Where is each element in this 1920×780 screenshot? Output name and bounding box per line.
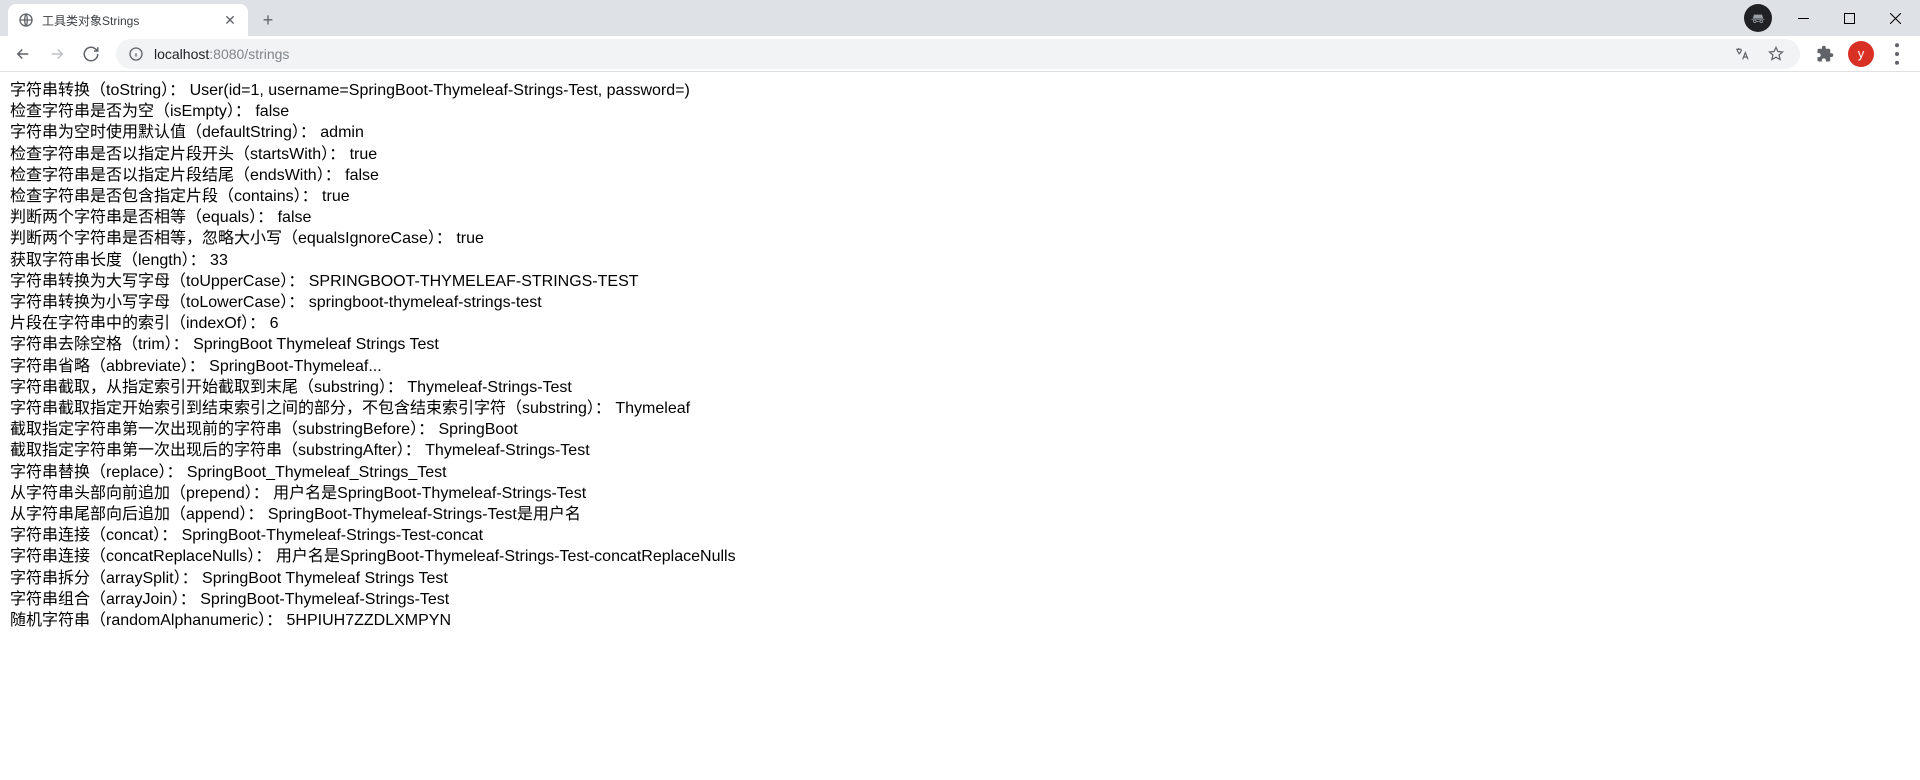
- output-line: 检查字符串是否以指定片段开头（startsWith）： true: [10, 144, 1910, 165]
- output-line: 字符串转换为小写字母（toLowerCase）： springboot-thym…: [10, 292, 1910, 313]
- output-line: 字符串替换（replace）： SpringBoot_Thymeleaf_Str…: [10, 462, 1910, 483]
- url-host: localhost: [154, 46, 209, 62]
- output-line: 片段在字符串中的索引（indexOf）： 6: [10, 313, 1910, 334]
- page-content: 字符串转换（toString）： User(id=1, username=Spr…: [0, 72, 1920, 639]
- output-line: 字符串为空时使用默认值（defaultString）： admin: [10, 122, 1910, 143]
- output-line: 随机字符串（randomAlphanumeric）： 5HPIUH7ZZDLXM…: [10, 610, 1910, 631]
- output-line: 字符串去除空格（trim）： SpringBoot Thymeleaf Stri…: [10, 334, 1910, 355]
- url-text: localhost:8080/strings: [154, 46, 1720, 62]
- window-controls: [1744, 0, 1920, 36]
- output-line: 字符串连接（concat）： SpringBoot-Thymeleaf-Stri…: [10, 525, 1910, 546]
- output-line: 判断两个字符串是否相等（equals）： false: [10, 207, 1910, 228]
- back-button[interactable]: [8, 39, 38, 69]
- address-bar[interactable]: localhost:8080/strings: [116, 39, 1800, 69]
- output-line: 获取字符串长度（length）： 33: [10, 250, 1910, 271]
- close-window-button[interactable]: [1872, 3, 1918, 33]
- extensions-icon[interactable]: [1810, 39, 1840, 69]
- toolbar: localhost:8080/strings y: [0, 36, 1920, 72]
- output-line: 从字符串尾部向后追加（append）： SpringBoot-Thymeleaf…: [10, 504, 1910, 525]
- output-line: 检查字符串是否以指定片段结尾（endsWith）： false: [10, 165, 1910, 186]
- maximize-button[interactable]: [1826, 3, 1872, 33]
- output-line: 字符串连接（concatReplaceNulls）： 用户名是SpringBoo…: [10, 546, 1910, 567]
- output-line: 从字符串头部向前追加（prepend）： 用户名是SpringBoot-Thym…: [10, 483, 1910, 504]
- incognito-icon: [1744, 4, 1772, 32]
- avatar-initial: y: [1858, 46, 1865, 61]
- url-path: :8080/strings: [209, 46, 289, 62]
- menu-button[interactable]: [1882, 39, 1912, 69]
- tab-strip: 工具类对象Strings ✕ +: [0, 0, 1920, 36]
- output-line: 字符串省略（abbreviate）： SpringBoot-Thymeleaf.…: [10, 356, 1910, 377]
- output-line: 判断两个字符串是否相等，忽略大小写（equalsIgnoreCase）： tru…: [10, 228, 1910, 249]
- output-line: 字符串转换为大写字母（toUpperCase）： SPRINGBOOT-THYM…: [10, 271, 1910, 292]
- forward-button[interactable]: [42, 39, 72, 69]
- output-line: 字符串组合（arrayJoin）： SpringBoot-Thymeleaf-S…: [10, 589, 1910, 610]
- output-line: 检查字符串是否为空（isEmpty）： false: [10, 101, 1910, 122]
- translate-icon[interactable]: [1730, 42, 1754, 66]
- output-line: 字符串拆分（arraySplit）： SpringBoot Thymeleaf …: [10, 568, 1910, 589]
- tab-title: 工具类对象Strings: [42, 12, 214, 29]
- bookmark-icon[interactable]: [1764, 42, 1788, 66]
- output-line: 字符串截取，从指定索引开始截取到末尾（substring）： Thymeleaf…: [10, 377, 1910, 398]
- globe-icon: [18, 12, 34, 28]
- new-tab-button[interactable]: +: [254, 6, 282, 34]
- output-line: 检查字符串是否包含指定片段（contains）： true: [10, 186, 1910, 207]
- output-line: 截取指定字符串第一次出现前的字符串（substringBefore）： Spri…: [10, 419, 1910, 440]
- output-line: 截取指定字符串第一次出现后的字符串（substringAfter）： Thyme…: [10, 440, 1910, 461]
- site-info-icon[interactable]: [128, 46, 144, 62]
- output-line: 字符串截取指定开始索引到结束索引之间的部分，不包含结束索引字符（substrin…: [10, 398, 1910, 419]
- browser-tab[interactable]: 工具类对象Strings ✕: [8, 4, 248, 36]
- reload-button[interactable]: [76, 39, 106, 69]
- close-tab-button[interactable]: ✕: [222, 12, 238, 28]
- minimize-button[interactable]: [1780, 3, 1826, 33]
- profile-avatar[interactable]: y: [1848, 41, 1874, 67]
- output-line: 字符串转换（toString）： User(id=1, username=Spr…: [10, 80, 1910, 101]
